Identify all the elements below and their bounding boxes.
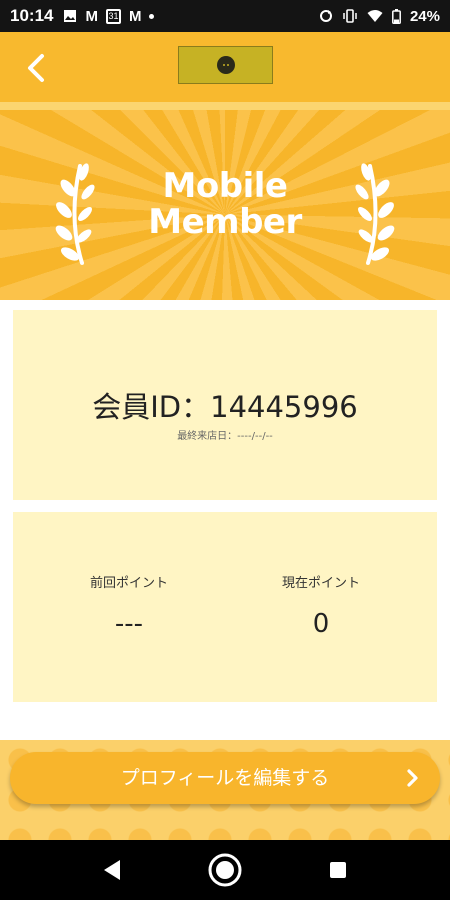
edit-profile-label: プロフィールを編集する (120, 767, 330, 789)
member-id: 会員ID：14445996 (92, 390, 358, 424)
status-system-icons: 24% (319, 8, 440, 25)
edit-profile-button[interactable]: プロフィールを編集する (10, 752, 440, 804)
previous-points: 前回ポイント --- (29, 572, 229, 639)
chevron-right-icon (407, 769, 418, 787)
nav-back-button[interactable] (82, 840, 142, 900)
home-circle-icon (208, 853, 242, 887)
recents-square-icon (330, 862, 346, 878)
laurel-icon (355, 163, 395, 265)
app-header (0, 32, 450, 110)
last-visit-date: 最終来店日：----/--/-- (177, 431, 273, 442)
points-card: 前回ポイント --- 現在ポイント 0 (13, 512, 437, 702)
sync-icon (319, 9, 333, 23)
nav-home-button[interactable] (195, 840, 255, 900)
system-nav-bar (0, 840, 450, 900)
back-button[interactable] (18, 50, 58, 90)
current-points-label: 現在ポイント (281, 576, 360, 591)
status-bar: 10:14 M 31 M 24% (0, 0, 450, 32)
calendar-icon: 31 (105, 8, 121, 24)
status-notification-icons: M 31 M (63, 7, 155, 25)
current-points-value: 0 (312, 609, 330, 639)
gmail-icon: M (85, 7, 98, 25)
notification-dot-icon (149, 13, 155, 19)
back-triangle-icon (104, 860, 120, 880)
member-id-card: 会員ID：14445996 最終来店日：----/--/-- (13, 310, 437, 500)
status-time: 10:14 (10, 6, 54, 25)
vibrate-icon (342, 9, 358, 23)
battery-percent: 24% (409, 7, 440, 25)
previous-points-label: 前回ポイント (89, 576, 168, 591)
nav-recents-button[interactable] (308, 840, 368, 900)
chevron-left-icon (28, 54, 44, 82)
battery-icon (392, 8, 401, 24)
gmail-icon: M (128, 7, 142, 25)
image-icon (63, 9, 77, 23)
previous-points-value: --- (114, 609, 144, 639)
current-points: 現在ポイント 0 (221, 572, 421, 639)
member-banner: Mobile Member (0, 110, 450, 300)
cat-logo-icon (216, 56, 235, 74)
wifi-icon (367, 9, 383, 23)
shop-logo (178, 46, 273, 84)
